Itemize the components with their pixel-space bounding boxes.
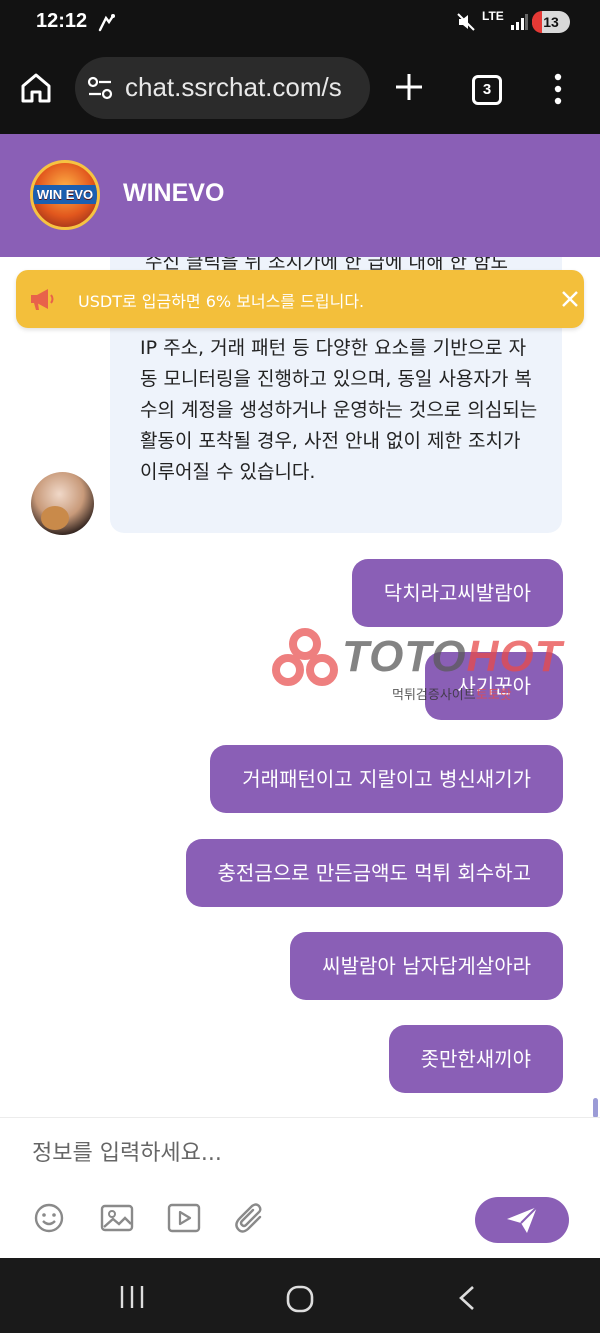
- gesture-icon: [96, 12, 118, 38]
- video-upload-button[interactable]: [167, 1202, 201, 1238]
- browser-menu-button[interactable]: [552, 72, 564, 110]
- tab-switcher-button[interactable]: 3: [472, 75, 502, 105]
- more-vert-icon: [554, 73, 562, 105]
- home-icon: [21, 73, 51, 103]
- emoji-icon: [34, 1203, 64, 1233]
- brand-logo-text: WIN EVO: [33, 185, 97, 204]
- signal-icon: [510, 14, 528, 34]
- chat-title: WINEVO: [123, 179, 225, 207]
- user-message: 거래패턴이고 지랄이고 병신새기가: [210, 745, 563, 813]
- agent-avatar: [31, 472, 94, 535]
- back-button[interactable]: [456, 1284, 478, 1316]
- user-message: 좃만한새끼야: [388, 1025, 563, 1093]
- network-label: LTE: [482, 9, 504, 23]
- megaphone-icon: [28, 286, 56, 316]
- image-icon: [100, 1204, 134, 1232]
- battery-indicator: 13: [532, 11, 570, 33]
- brand-logo: WIN EVO: [30, 160, 100, 230]
- notice-banner: USDT로 입금하면 6% 보너스를 드립니다.: [16, 270, 584, 328]
- browser-toolbar: chat.ssrchat.com/s 3: [0, 44, 600, 134]
- back-chevron-icon: [459, 1286, 474, 1310]
- system-home-button[interactable]: [285, 1284, 315, 1318]
- circle-home-icon: [286, 1285, 314, 1313]
- close-icon: [562, 291, 578, 307]
- scrollbar-thumb[interactable]: [593, 1098, 598, 1118]
- paperclip-icon: [235, 1203, 262, 1233]
- status-bar: 12:12 LTE 13: [0, 0, 600, 44]
- send-button[interactable]: [475, 1197, 569, 1243]
- notice-text: USDT로 입금하면 6% 보너스를 드립니다.: [78, 292, 365, 311]
- attach-file-button[interactable]: [233, 1202, 267, 1240]
- user-message: 충전금으로 만든금액도 먹튀 회수하고: [185, 839, 563, 907]
- image-upload-button[interactable]: [100, 1202, 134, 1238]
- user-message: 사기꾼아: [425, 652, 563, 720]
- close-notice-button[interactable]: [560, 289, 580, 313]
- status-time: 12:12: [36, 10, 88, 32]
- user-message: 닥치라고씨발람아: [351, 559, 563, 627]
- composer: [0, 1117, 600, 1258]
- video-icon: [167, 1203, 201, 1233]
- agent-message-text: IP 주소, 거래 패턴 등 다양한 요소를 기반으로 자동 모니터링을 진행하…: [140, 337, 538, 483]
- message-input[interactable]: [20, 1130, 580, 1176]
- chat-header: WIN EVO WINEVO: [0, 134, 600, 257]
- user-message: 씨발람아 남자답게살아라: [290, 932, 563, 1000]
- url-text: chat.ssrchat.com/s: [125, 72, 342, 102]
- emoji-button[interactable]: [33, 1202, 65, 1238]
- site-settings-icon[interactable]: [87, 76, 113, 104]
- mute-icon: [456, 12, 476, 36]
- message-list[interactable]: 수신 클릭을 뒤 조치가에 한 급에 대해 한 함도 IP 주소, 거래 패턴 …: [0, 257, 600, 1117]
- home-button[interactable]: [18, 70, 58, 110]
- recent-apps-button[interactable]: [118, 1284, 146, 1314]
- new-tab-button[interactable]: [390, 68, 428, 110]
- plus-icon: [396, 74, 422, 100]
- system-nav-bar: [0, 1258, 600, 1333]
- recent-apps-icon: [120, 1286, 144, 1308]
- send-icon: [507, 1206, 538, 1233]
- address-bar[interactable]: chat.ssrchat.com/s: [75, 57, 370, 119]
